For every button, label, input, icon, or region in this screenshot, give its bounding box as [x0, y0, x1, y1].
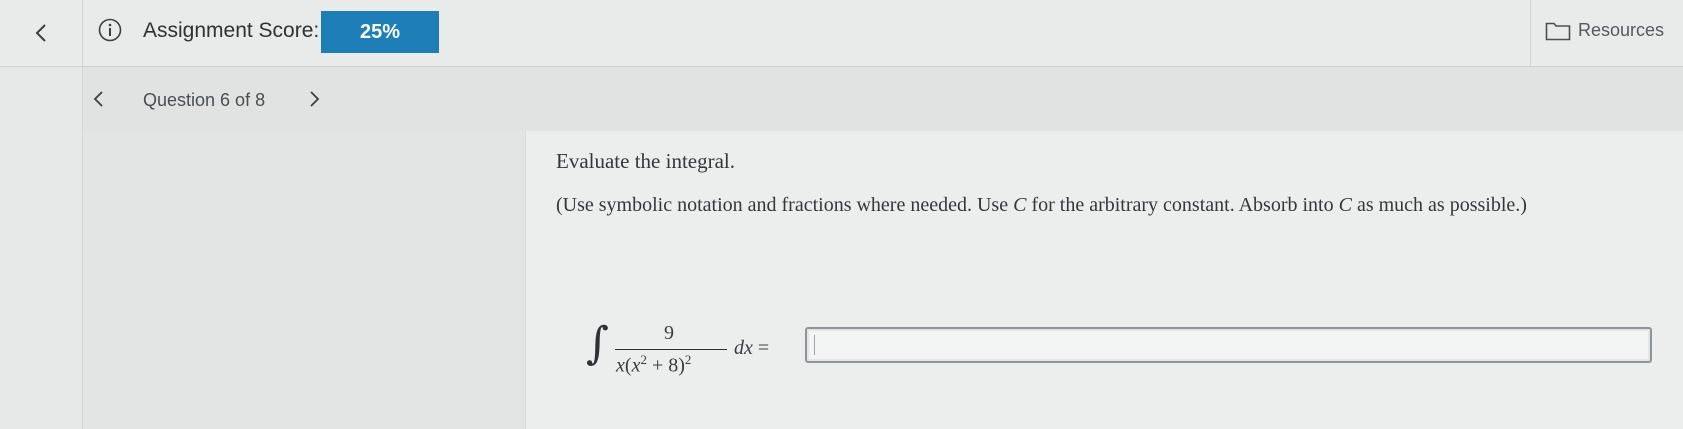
folder-outline-icon: [1545, 22, 1571, 40]
chevron-left-icon: [35, 24, 46, 42]
differential-and-equals: dx =: [734, 337, 770, 359]
question-navigation-bar: [83, 67, 1683, 131]
fraction-numerator: 9: [664, 322, 674, 344]
instructions-part1: (Use symbolic notation and fractions whe…: [556, 194, 1014, 216]
back-button[interactable]: [0, 0, 83, 66]
question-counter: Question 6 of 8: [143, 90, 266, 110]
left-margin-strip: [0, 67, 83, 429]
info-circle-icon[interactable]: [98, 18, 122, 42]
answer-input[interactable]: [805, 327, 1652, 363]
question-prompt: Evaluate the integral.: [556, 149, 736, 173]
next-question-button[interactable]: [307, 88, 321, 110]
previous-question-button[interactable]: [92, 88, 106, 110]
fraction-denominator: x(x2 + 8)2: [616, 352, 692, 377]
instructions-part2: for the arbitrary constant. Absorb into: [1026, 194, 1339, 216]
resources-divider: [1530, 0, 1531, 66]
resources-button[interactable]: Resources: [1545, 20, 1664, 41]
question-content-panel: [525, 131, 1683, 429]
assignment-score-label: Assignment Score:: [143, 19, 320, 42]
fraction-bar: [615, 349, 727, 350]
integral-sign-icon: ∫: [586, 318, 609, 369]
instructions-part3: as much as possible.): [1351, 194, 1527, 216]
assignment-score-badge[interactable]: 25%: [321, 11, 439, 53]
resources-label: Resources: [1578, 20, 1665, 40]
question-instructions: (Use symbolic notation and fractions whe…: [556, 194, 1527, 217]
constant-symbol: C: [1338, 194, 1352, 216]
constant-symbol: C: [1013, 194, 1027, 216]
text-caret: [814, 335, 815, 355]
